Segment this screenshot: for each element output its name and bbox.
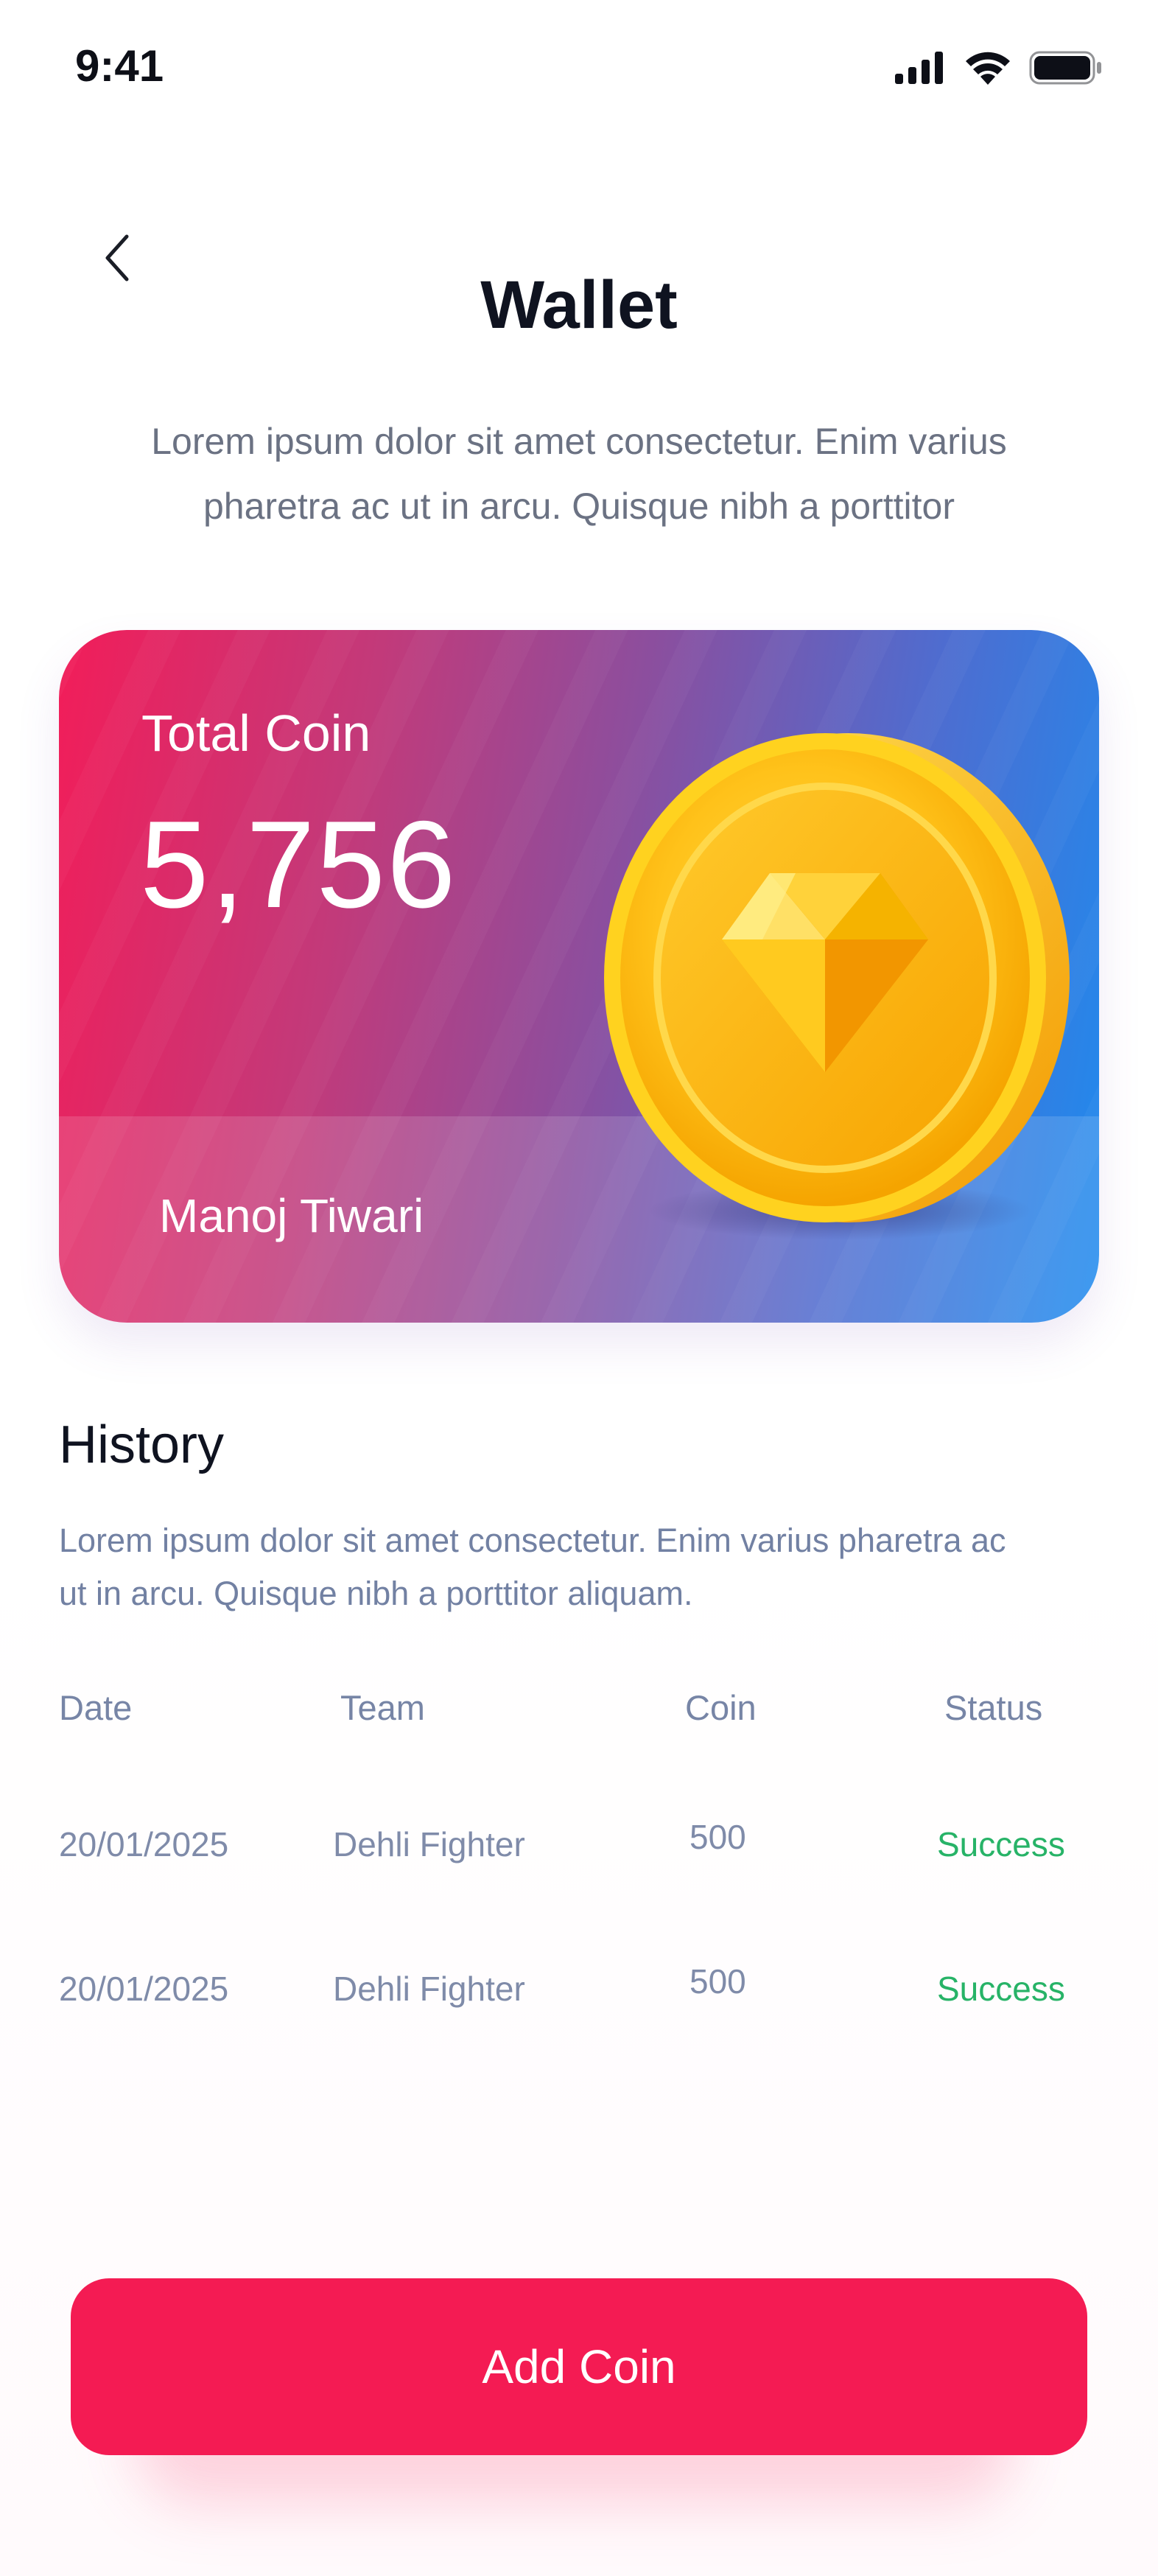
add-coin-button[interactable]: Add Coin [71,2278,1087,2455]
row-coin: 500 [689,1962,746,2001]
column-header-team: Team [340,1688,425,1727]
column-header-status: Status [944,1688,1043,1727]
battery-icon [1029,51,1101,85]
card-owner-name: Manoj Tiwari [159,1189,424,1242]
row-date: 20/01/2025 [59,1970,229,2008]
cellular-signal-icon [895,52,943,84]
page-subtitle: Lorem ipsum dolor sit amet consectetur. … [151,421,1007,527]
history-description: Lorem ipsum dolor sit amet consectetur. … [59,1522,1006,1612]
status-time: 9:41 [75,41,164,91]
history-title: History [59,1415,225,1474]
column-header-date: Date [59,1688,133,1727]
row-status: Success [937,1825,1065,1863]
row-date: 20/01/2025 [59,1825,229,1863]
diamond-coin-icon [604,733,1070,1240]
wifi-icon [966,52,1010,85]
total-coin-label: Total Coin [141,704,371,762]
page-title: Wallet [480,267,678,343]
status-icons [895,46,1103,90]
wallet-screen: 9:41 Wallet Lorem ipsum dolor sit amet c… [0,0,1158,2576]
total-coin-value: 5,756 [140,795,457,934]
row-coin: 500 [689,1818,746,1856]
row-status: Success [937,1970,1065,2008]
row-team: Dehli Fighter [333,1825,525,1863]
column-header-coin: Coin [685,1688,757,1727]
wallet-card: Total Coin 5,756 Manoj Tiwari [59,630,1099,1323]
row-team: Dehli Fighter [333,1970,525,2008]
